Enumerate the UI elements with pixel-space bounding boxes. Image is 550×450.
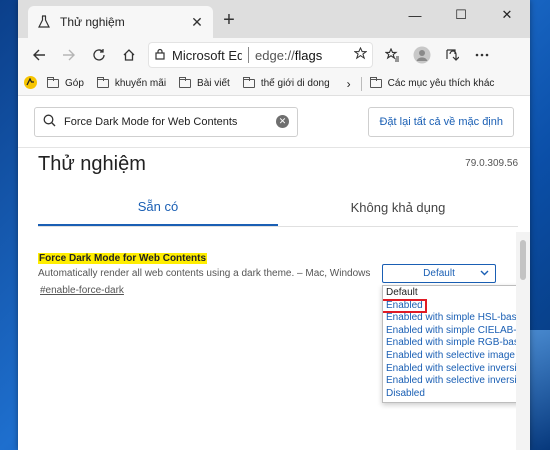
toolbar: Microsoft Ed edge://flags (18, 38, 530, 72)
chevron-down-icon (480, 268, 489, 279)
maximize-button[interactable]: ☐ (438, 0, 484, 30)
flags-tabs: Sẵn có Không khả dụng (38, 188, 518, 226)
back-icon[interactable] (24, 41, 54, 69)
favorite-folder[interactable]: thế giới di dong (242, 77, 330, 89)
tab-available[interactable]: Sẵn có (38, 188, 278, 226)
home-icon[interactable] (114, 41, 144, 69)
select-value: Default (423, 268, 455, 279)
tab-title: Thử nghiệm (60, 15, 125, 29)
favorite-folder-label: thế giới di dong (260, 78, 330, 89)
tab-strip: Thử nghiệm ✕ + — ☐ ✕ (18, 0, 530, 38)
option-selective-everything[interactable]: Enabled with selective inversion of ev (383, 375, 530, 388)
refresh-icon[interactable] (84, 41, 114, 69)
tab-unavailable[interactable]: Không khả dụng (278, 188, 518, 226)
scrollbar-thumb[interactable] (520, 240, 526, 280)
address-path: flags (294, 47, 323, 63)
minimize-button[interactable]: — (392, 0, 438, 30)
favorite-folder-label: Bài viết (197, 78, 230, 89)
favorites-icon[interactable] (377, 41, 407, 69)
flag-description: Automatically render all web contents us… (38, 268, 371, 279)
favorite-site-icon[interactable] (24, 75, 37, 92)
search-input[interactable]: Force Dark Mode for Web Contents ✕ (34, 106, 298, 137)
folder-icon (47, 77, 59, 88)
browser-window: Thử nghiệm ✕ + — ☐ ✕ Microsoft Ed edge:/… (18, 0, 530, 450)
address-divider (248, 47, 249, 63)
option-selective-non-image[interactable]: Enabled with selective inversion of no (383, 363, 530, 376)
option-enabled[interactable]: Enabled (383, 298, 427, 314)
profile-icon[interactable] (407, 41, 437, 69)
close-window-button[interactable]: ✕ (484, 0, 530, 30)
tabs-divider (38, 226, 518, 227)
flask-icon (36, 14, 52, 30)
flags-page: Force Dark Mode for Web Contents ✕ Đặt l… (18, 96, 530, 450)
folder-icon (96, 77, 109, 88)
address-url: edge://flags (255, 48, 354, 63)
option-hsl[interactable]: Enabled with simple HSL-based inver (383, 312, 530, 325)
option-default[interactable]: Default (383, 287, 530, 300)
browser-tab[interactable]: Thử nghiệm ✕ (28, 6, 213, 38)
flag-state-select[interactable]: Default (382, 264, 496, 283)
other-favorites-label: Các mục yêu thích khác (387, 78, 495, 89)
favorite-folder[interactable]: Bài viết (179, 77, 230, 89)
more-icon[interactable] (467, 41, 497, 69)
folder-icon (179, 77, 192, 88)
favorites-bar: Góp khuyến mãi Bài viết thế giới di dong… (18, 72, 530, 96)
other-favorites[interactable]: Các mục yêu thích khác (369, 77, 495, 89)
favorite-folder-label: khuyến mãi (114, 78, 167, 89)
favorite-folder-label: Góp (65, 78, 84, 89)
flag-title: Force Dark Mode for Web Contents (38, 253, 208, 264)
flag-options-dropdown: Default Enabled Enabled with simple HSL-… (382, 285, 530, 403)
window-controls: — ☐ ✕ (392, 0, 530, 30)
address-bar[interactable]: Microsoft Ed edge://flags (148, 42, 373, 68)
clear-icon[interactable]: ✕ (276, 115, 289, 128)
option-rgb[interactable]: Enabled with simple RGB-based inver (383, 337, 530, 350)
favorites-divider (360, 76, 362, 91)
chevron-right-icon[interactable]: › (347, 77, 351, 91)
folder-icon (242, 77, 255, 88)
star-icon[interactable] (353, 46, 368, 63)
page-title: Thử nghiệm (38, 153, 146, 175)
flag-anchor-link[interactable]: #enable-force-dark (40, 285, 124, 296)
tab-close-icon[interactable]: ✕ (189, 14, 205, 31)
forward-icon[interactable] (54, 41, 84, 69)
address-site-name: Microsoft Ed (172, 47, 242, 63)
page-scrollbar[interactable] (516, 232, 530, 450)
option-selective-image[interactable]: Enabled with selective image inversio (383, 350, 530, 363)
new-tab-button[interactable]: + (218, 10, 240, 30)
folder-icon (369, 77, 382, 88)
favorite-folder[interactable]: khuyến mãi (96, 77, 167, 89)
search-row: Force Dark Mode for Web Contents ✕ Đặt l… (18, 96, 530, 148)
version-label: 79.0.309.56 (465, 158, 518, 169)
reset-all-button[interactable]: Đặt lại tất cả về mặc định (368, 106, 514, 137)
option-cielab[interactable]: Enabled with simple CIELAB-based in (383, 325, 530, 338)
search-icon (43, 114, 56, 130)
lock-icon (154, 48, 166, 63)
search-value: Force Dark Mode for Web Contents (64, 115, 238, 128)
address-scheme: edge:// (255, 47, 295, 63)
option-disabled[interactable]: Disabled (383, 388, 530, 401)
favorite-folder[interactable]: Góp (47, 77, 84, 89)
share-icon[interactable] (437, 41, 467, 69)
